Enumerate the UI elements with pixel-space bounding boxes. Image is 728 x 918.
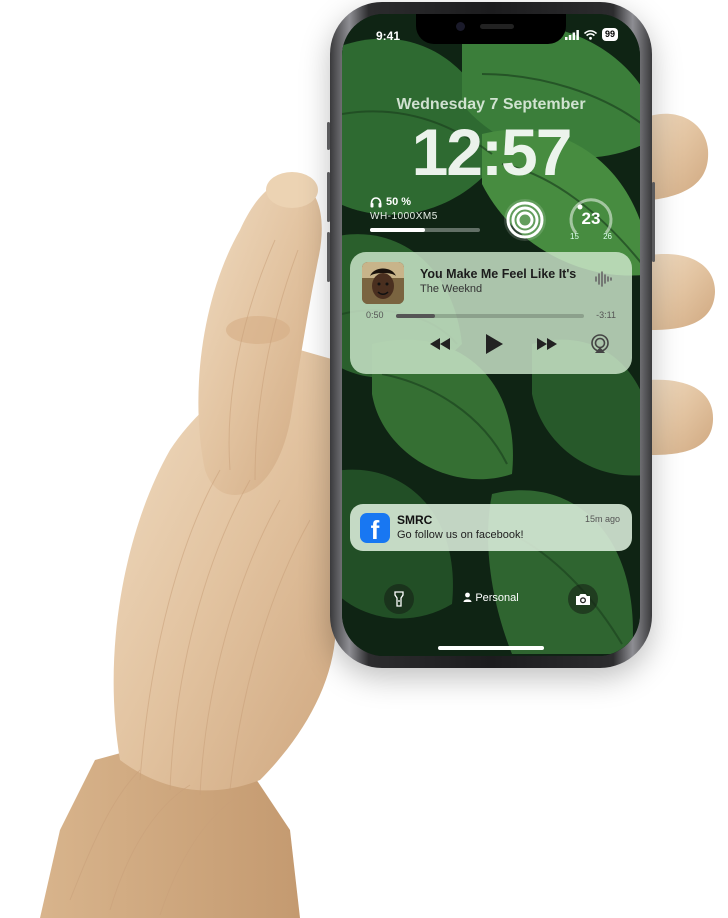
- headphones-battery-bar: [370, 228, 480, 232]
- facebook-icon: f: [360, 513, 390, 543]
- headphones-battery[interactable]: 50 %: [370, 196, 411, 208]
- camera-button[interactable]: [568, 584, 598, 614]
- playback-progress-bar[interactable]: [396, 314, 584, 318]
- notification-time: 15m ago: [584, 514, 620, 524]
- smartphone: 9:41 99 Wednesday 7 September 12:57 50 %: [327, 2, 655, 668]
- headphones-percent: 50 %: [386, 196, 412, 208]
- audio-waveform-icon: [595, 271, 612, 287]
- lock-screen: 9:41 99 Wednesday 7 September 12:57 50 %: [342, 14, 640, 656]
- front-camera: [456, 22, 465, 31]
- lock-date: Wednesday 7 September: [396, 96, 586, 113]
- person-icon: [463, 592, 472, 602]
- signal-icon: [564, 29, 579, 40]
- wifi-icon: [583, 29, 597, 40]
- weather-widget[interactable]: 23 15 26: [568, 197, 614, 243]
- mute-switch[interactable]: [327, 122, 330, 150]
- airplay-icon[interactable]: [590, 334, 610, 354]
- headphones-battery-fill: [370, 228, 425, 232]
- headphones-icon: [370, 196, 382, 207]
- rewind-icon[interactable]: [428, 336, 452, 352]
- lock-clock: 12:57: [411, 115, 573, 189]
- earpiece-speaker: [480, 24, 514, 29]
- power-button[interactable]: [652, 182, 655, 262]
- album-art[interactable]: [362, 262, 404, 304]
- notification-message: Go follow us on facebook!: [397, 529, 524, 541]
- temperature-high: 26: [603, 232, 612, 241]
- focus-mode-label: Personal: [475, 592, 519, 604]
- now-playing-card[interactable]: You Make Me Feel Like It's The Weeknd 0:…: [350, 252, 632, 374]
- elapsed-time: 0:50: [366, 310, 384, 320]
- song-artist: The Weeknd: [420, 283, 483, 295]
- playback-progress-fill: [396, 314, 436, 318]
- home-indicator[interactable]: [438, 646, 544, 650]
- remaining-time: -3:11: [596, 310, 616, 320]
- temperature-value: 23: [581, 209, 601, 228]
- status-time: 9:41: [376, 29, 401, 43]
- facebook-notification[interactable]: f SMRC 15m ago Go follow us on facebook!: [350, 504, 632, 551]
- volume-down-button[interactable]: [327, 232, 330, 282]
- camera-icon: [576, 593, 590, 605]
- album-art-image: [362, 262, 404, 304]
- volume-up-button[interactable]: [327, 172, 330, 222]
- status-icons: 99: [564, 28, 618, 41]
- notch: [416, 14, 566, 44]
- notification-app-name: SMRC: [397, 513, 433, 527]
- song-title: You Make Me Feel Like It's: [420, 267, 577, 281]
- temperature-low: 15: [570, 232, 579, 241]
- fast-forward-icon[interactable]: [535, 336, 559, 352]
- activity-rings-widget[interactable]: [502, 197, 548, 243]
- battery-indicator: 99: [601, 28, 618, 41]
- headphones-device-name: WH-1000XM5: [370, 211, 438, 222]
- play-icon[interactable]: [483, 332, 505, 356]
